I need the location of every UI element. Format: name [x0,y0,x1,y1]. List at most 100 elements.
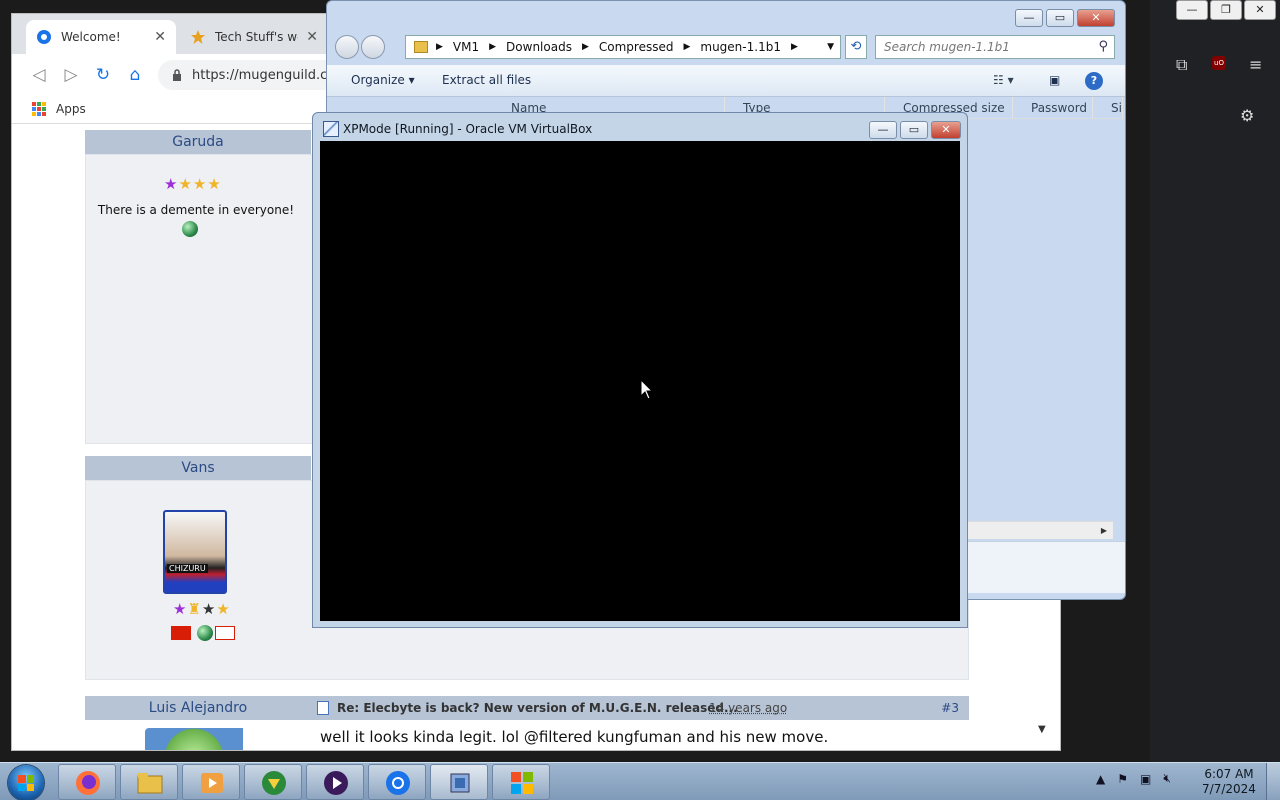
close-button[interactable]: ✕ [931,121,961,139]
chevron-down-icon[interactable]: ▼ [827,42,834,52]
virtualbox-icon [323,121,339,137]
breadcrumb-downloads[interactable]: Downloads [506,40,572,54]
explorer-command-bar: Organize ▾ Extract all files ☷ ▾ ▣ ? [327,65,1125,97]
network-icon[interactable]: ▣ [1140,772,1151,786]
taskbar-download-manager[interactable] [244,764,302,800]
apps-bookmark[interactable]: Apps [56,102,86,116]
tab-close-icon[interactable]: ✕ [154,29,166,45]
tab-close-icon[interactable]: ✕ [306,29,318,45]
search-placeholder: Search mugen-1.1b1 [884,40,1010,54]
vm-display[interactable] [320,141,960,621]
taskbar-clock[interactable]: 6:07 AM 7/7/2024 [1196,767,1262,797]
rank-stars: ★★★★ [164,175,222,193]
background-dark-window [1150,0,1280,762]
gold-star-icon: ★ [216,600,231,618]
youtube-icon[interactable] [215,626,235,640]
breadcrumb-mugen[interactable]: mugen-1.1b1 [700,40,781,54]
virtualbox-icon [450,773,470,793]
explorer-nav-buttons [335,35,385,59]
tab-label: Welcome! [61,30,121,44]
taskbar-explorer[interactable] [120,764,178,800]
host-minimize-button[interactable]: — [1176,0,1208,20]
help-icon[interactable]: ? [1085,72,1103,90]
explorer-window-controls: — ▭ ✕ [1012,9,1115,27]
volume-muted-icon[interactable]: 🔇︎ [1163,771,1171,786]
menu-icon[interactable]: ≡ [1249,55,1262,74]
maximize-button[interactable]: ▭ [900,121,928,139]
organize-button[interactable]: Organize ▾ [351,73,415,87]
username-garuda[interactable]: Garuda [85,130,311,154]
back-button[interactable] [335,35,359,59]
globe-icon [182,221,198,237]
column-size[interactable]: Si [1093,97,1123,118]
home-icon[interactable]: ⌂ [124,64,146,86]
post-timestamp: 14 years ago [709,701,788,715]
tab-welcome[interactable]: Welcome! ✕ [26,20,176,54]
chevron-up-icon[interactable]: ▲ [1096,772,1105,786]
host-restore-button[interactable]: ❐ [1210,0,1242,20]
chrome-icon [386,771,410,795]
taskbar-chrome[interactable] [368,764,426,800]
chevron-right-icon: ▶ [581,42,589,52]
breadcrumb-compressed[interactable]: Compressed [599,40,674,54]
taskbar: ▲ ⚑ ▣ 🔇︎ 6:07 AM 7/7/2024 [0,762,1280,800]
star-favicon-icon [191,30,205,44]
taskbar-firefox[interactable] [58,764,116,800]
taskbar-media-player[interactable] [182,764,240,800]
column-password[interactable]: Password ... [1013,97,1093,118]
trophy-icon: ♜ [187,600,202,618]
minimize-button[interactable]: — [869,121,897,139]
virtualbox-window: XPMode [Running] - Oracle VM VirtualBox … [312,112,968,628]
post-body: well it looks kinda legit. lol @filtered… [320,728,829,746]
action-center-flag-icon[interactable]: ⚑ [1117,772,1128,786]
system-tray: ▲ ⚑ ▣ 🔇︎ [1096,771,1171,786]
explorer-address-bar[interactable]: ▶ VM1 ▶ Downloads ▶ Compressed ▶ mugen-1… [405,35,841,59]
folder-icon [137,773,163,794]
refresh-icon[interactable]: ⟲ [845,35,867,59]
chevron-right-icon: ▶ [489,42,497,52]
taskbar-virtualbox[interactable] [430,764,488,800]
avatar-label: CHIZURU [167,564,208,573]
minimize-button[interactable]: — [1015,9,1043,27]
play-icon [324,771,348,795]
tab-tech-stuff[interactable]: Tech Stuff's web ✕ [180,20,328,54]
taskbar-player[interactable] [306,764,364,800]
horizontal-scrollbar[interactable]: ▶ [967,521,1113,539]
user-avatar [145,728,243,750]
extensions-icon[interactable]: ⧉ [1176,55,1187,75]
folder-icon [414,41,428,53]
preview-pane-icon[interactable]: ▣ [1049,73,1060,87]
start-button[interactable] [8,765,44,800]
forward-arrow-icon[interactable]: ▷ [60,64,82,86]
post-header: Luis Alejandro Re: Elecbyte is back? New… [85,696,969,720]
breadcrumb-vm1[interactable]: VM1 [453,40,479,54]
username-vans[interactable]: Vans [85,456,311,480]
clock-time: 6:07 AM [1204,767,1254,781]
close-button[interactable]: ✕ [1077,9,1115,27]
extract-all-button[interactable]: Extract all files [442,73,531,87]
url-text: https://mugenguild.co [192,67,336,83]
ublock-icon[interactable]: uO [1212,56,1226,70]
search-icon[interactable]: ⚲ [1098,39,1108,54]
scroll-down-arrow-icon[interactable]: ▼ [1038,724,1046,735]
lock-icon [173,69,181,81]
show-desktop-button[interactable] [1266,763,1280,800]
gear-icon[interactable]: ⚙ [1240,106,1254,125]
gold-star-icon: ★★★ [178,175,222,193]
host-close-button[interactable]: ✕ [1244,0,1276,20]
user-avatar: CHIZURU [163,510,227,594]
explorer-search-input[interactable]: Search mugen-1.1b1 ⚲ [875,35,1115,59]
view-options-icon[interactable]: ☷ ▾ [993,73,1014,87]
back-arrow-icon[interactable]: ◁ [28,64,50,86]
reload-icon[interactable]: ↻ [92,64,114,86]
maximize-button[interactable]: ▭ [1046,9,1074,27]
post-number[interactable]: #3 [941,701,959,715]
forward-button[interactable] [361,35,385,59]
taskbar-xp-mode[interactable] [492,764,550,800]
black-star-icon: ★ [201,600,217,618]
post-author[interactable]: Luis Alejandro [85,696,311,720]
globe-icon [197,625,213,641]
host-window-controls: — ❐ ✕ [1176,0,1280,22]
apps-grid-icon[interactable] [32,102,46,116]
post-title[interactable]: Re: Elecbyte is back? New version of M.U… [337,701,738,715]
